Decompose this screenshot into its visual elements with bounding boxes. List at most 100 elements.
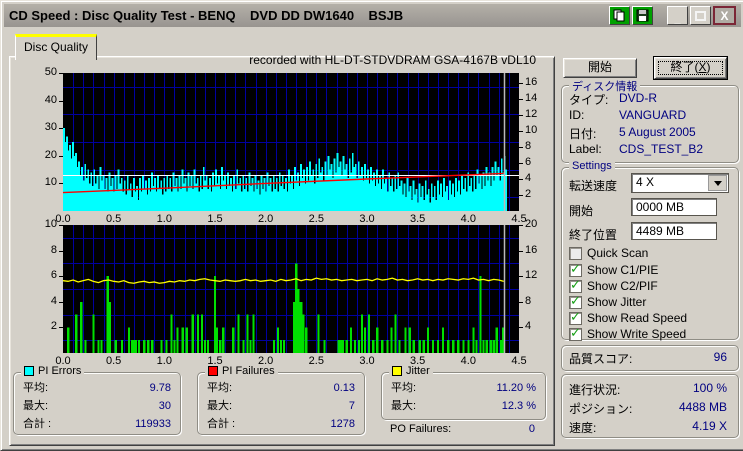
- settings-group-title: Settings: [569, 160, 615, 172]
- transfer-rate-label: 転送速度: [569, 179, 618, 193]
- y-axis-right-tick: [519, 225, 523, 226]
- y-axis-right-tick: [519, 163, 523, 164]
- disc-info-row: DVD-R: [619, 91, 657, 105]
- save-button[interactable]: [632, 6, 653, 25]
- focus-rect: [658, 61, 723, 75]
- y-axis-left-tick-label: 2: [50, 320, 57, 333]
- exit-button[interactable]: 終了(X): [653, 56, 728, 80]
- checkbox-checked-icon[interactable]: ✓: [569, 278, 582, 293]
- pi-failures-chart-canvas: [62, 225, 519, 353]
- check-icon: ✓: [570, 309, 581, 324]
- jitter-legend: Jitter: [389, 365, 433, 377]
- pi-errors-legend: PI Errors: [21, 365, 85, 377]
- stat-label: 最大:: [23, 400, 49, 412]
- checkbox-label: Quick Scan: [587, 246, 649, 260]
- end-position-field[interactable]: 4489 MB: [631, 222, 717, 240]
- y-axis-left-tick: [59, 302, 63, 303]
- close-button[interactable]: X: [713, 6, 736, 25]
- pi-errors-legend-swatch: [24, 366, 34, 376]
- title-bar[interactable]: CD Speed : Disc Quality Test - BENQ DVD …: [4, 4, 741, 27]
- checkbox-checked-icon[interactable]: ✓: [569, 294, 582, 309]
- y-axis-left-tick-label: 40: [44, 93, 57, 106]
- jitter-legend-label: Jitter: [406, 365, 430, 377]
- pi-errors-chart: [62, 73, 519, 211]
- minimize-button[interactable]: _: [667, 6, 688, 25]
- y-axis-left-tick: [59, 225, 63, 226]
- y-axis-left-tick: [59, 251, 63, 252]
- y-axis-right-tick-label: 16: [525, 76, 538, 88]
- y-axis-right-tick: [519, 251, 523, 252]
- y-axis-right-tick: [519, 147, 523, 148]
- y-axis-left-tick-label: 30: [44, 121, 57, 134]
- minimize-icon: _: [674, 12, 681, 25]
- y-axis-left-tick-label: 10: [44, 176, 57, 189]
- y-axis-right-tick-label: 2: [525, 188, 532, 200]
- checkbox-checked-icon[interactable]: ✓: [569, 262, 582, 277]
- x-axis-tick-label: 4.5: [511, 355, 527, 367]
- x-axis-tick-label: 2.5: [308, 213, 324, 225]
- y-axis-left-tick: [59, 327, 63, 328]
- save-floppy-icon: [636, 9, 649, 22]
- disc-info-row: CDS_TEST_B2: [619, 142, 703, 156]
- y-axis-right-tick-label: 12: [525, 269, 538, 282]
- stat-label: 平均:: [391, 382, 417, 394]
- start-position-label: 開始: [569, 204, 594, 218]
- checkbox-checked-icon[interactable]: ✓: [569, 309, 582, 325]
- copy-to-clipboard-button[interactable]: [609, 6, 630, 25]
- checkbox-show-write-speed[interactable]: ✓ Show Write Speed: [569, 325, 686, 341]
- x-axis-tick-label: 1.0: [156, 355, 172, 367]
- checkbox-show-jitter[interactable]: ✓ Show Jitter: [569, 294, 646, 309]
- window-title: CD Speed : Disc Quality Test - BENQ DVD …: [9, 8, 404, 23]
- end-position-label: 終了位置: [569, 228, 618, 242]
- checkbox-show-c2-pif[interactable]: ✓ Show C2/PIF: [569, 278, 658, 293]
- y-axis-right-tick: [519, 99, 523, 100]
- disc-info-row: VANGUARD: [619, 108, 686, 122]
- disc-info-value: DVD-R: [619, 91, 657, 105]
- y-axis-left-tick: [59, 128, 63, 129]
- checkbox-unchecked-icon[interactable]: [569, 246, 582, 260]
- checkbox-show-c1-pie[interactable]: ✓ Show C1/PIE: [569, 262, 659, 277]
- y-axis-left-tick: [59, 276, 63, 277]
- y-axis-right-tick-label: 4: [525, 172, 532, 184]
- stat-value: 1278: [330, 418, 355, 430]
- recorded-with-note: recorded with HL-DT-STDVDRAM GSA-4167B v…: [249, 53, 536, 67]
- stat-row: 最大: 7: [198, 397, 364, 415]
- close-icon: X: [720, 8, 729, 23]
- po-failures-row: PO Failures: 0: [381, 420, 544, 438]
- pi-failures-legend-swatch: [208, 366, 218, 376]
- progress-label: 進行状況:: [569, 383, 621, 397]
- x-axis-tick-label: 1.0: [156, 213, 172, 225]
- tab-disc-quality[interactable]: Disc Quality: [15, 34, 97, 60]
- app-window: CD Speed : Disc Quality Test - BENQ DVD …: [0, 0, 743, 451]
- y-axis-right-tick-label: 8: [525, 140, 532, 152]
- disc-info-value: 5 August 2005: [619, 125, 696, 139]
- end-position-value: 4489 MB: [636, 224, 685, 238]
- y-axis-left-tick-label: 10: [44, 218, 57, 230]
- y-axis-right-tick: [519, 131, 523, 132]
- start-button[interactable]: 開始: [563, 58, 637, 78]
- y-axis-left-tick-label: 20: [44, 148, 57, 161]
- check-icon: ✓: [570, 325, 581, 340]
- speed-value: 4.19 X: [692, 419, 727, 433]
- progress-value: 100 %: [692, 381, 727, 395]
- pi-errors-stats-group: PI Errors 平均: 9.78 最大: 30 合計 : 119933: [13, 365, 181, 435]
- checkbox-label: Show C1/PIE: [587, 263, 659, 277]
- y-axis-right-tick-label: 8: [525, 294, 532, 307]
- transfer-rate-combobox[interactable]: 4 X: [631, 173, 729, 193]
- y-axis-right-tick: [519, 115, 523, 116]
- checkbox-label: Show C2/PIF: [587, 279, 658, 293]
- checkbox-checked-icon[interactable]: ✓: [569, 325, 582, 341]
- stat-label: 合計 :: [207, 418, 236, 430]
- stat-label: 合計 :: [23, 418, 52, 430]
- y-axis-left-tick-label: 6: [50, 269, 57, 282]
- checkbox-quick-scan[interactable]: Quick Scan: [569, 246, 648, 260]
- x-axis-tick-label: 4.0: [460, 213, 476, 225]
- maximize-button[interactable]: [690, 6, 711, 25]
- x-axis-tick-label: 2.0: [258, 213, 274, 225]
- start-position-field[interactable]: 0000 MB: [631, 198, 717, 216]
- y-axis-right-tick-label: 12: [525, 108, 538, 120]
- transfer-rate-value: 4 X: [636, 175, 655, 189]
- stat-label: 最大:: [207, 400, 233, 412]
- checkbox-show-read-speed[interactable]: ✓ Show Read Speed: [569, 309, 687, 325]
- combo-dropdown-button[interactable]: [708, 175, 727, 191]
